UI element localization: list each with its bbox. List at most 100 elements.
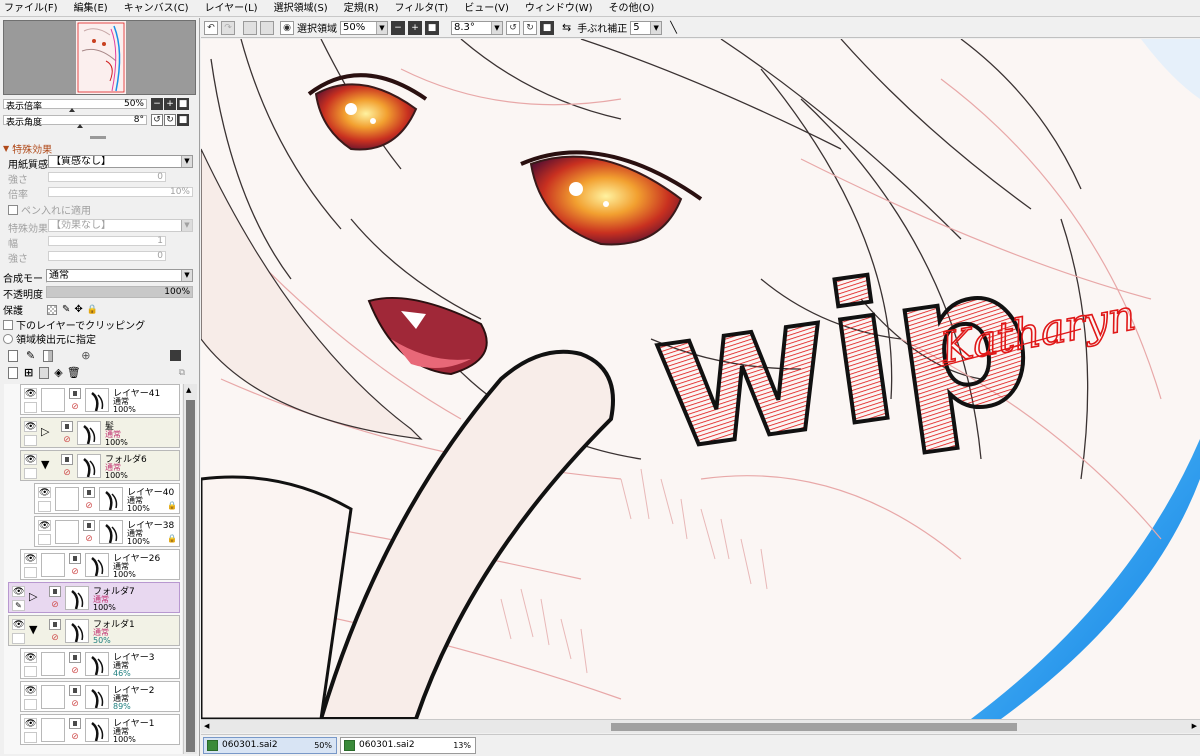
zoom-knob[interactable] — [69, 108, 75, 112]
zoom-in-button[interactable]: + — [164, 98, 176, 110]
protect-transparency-icon[interactable] — [47, 304, 57, 315]
layer-lock-toggle[interactable] — [24, 699, 37, 710]
protect-lock-icon[interactable]: 🔒 — [87, 305, 98, 315]
width-slider[interactable]: 1 — [48, 236, 166, 246]
hscroll-thumb[interactable] — [611, 723, 1017, 731]
flip-horizontal-icon[interactable]: ⇆ — [562, 21, 571, 34]
visibility-eye-icon[interactable]: 👁 — [38, 487, 51, 498]
folder-expanded-icon[interactable]: ▼ — [41, 459, 49, 471]
rotate-cw-icon[interactable]: ↻ — [164, 114, 176, 126]
redo-icon[interactable]: ↷ — [221, 20, 235, 35]
blend-mode-dropdown[interactable]: 通常 ▼ — [46, 269, 193, 282]
toolbar-angle-dropdown[interactable]: 8.3° ▼ — [451, 20, 503, 35]
layer-list-scrollbar[interactable]: ▲ — [183, 384, 197, 754]
layer-lock-toggle[interactable]: ✎ — [12, 600, 25, 611]
layer-panel-menu-icon[interactable] — [170, 350, 182, 361]
layer-clip-icon[interactable]: ⊘ — [83, 534, 95, 545]
visibility-eye-icon[interactable]: 👁 — [24, 421, 37, 432]
scroll-right-icon[interactable]: ▶ — [1192, 722, 1197, 730]
layer-lock-toggle[interactable] — [38, 501, 51, 512]
transfer-down-icon[interactable] — [8, 366, 18, 379]
opacity-slider[interactable]: 100% — [46, 286, 193, 298]
deselect-icon[interactable] — [243, 20, 257, 35]
clip-checkbox[interactable] — [3, 319, 13, 330]
visibility-eye-icon[interactable]: 👁 — [12, 619, 25, 630]
visibility-eye-icon[interactable]: 👁 — [24, 388, 37, 399]
layer-lock-toggle[interactable] — [24, 468, 37, 479]
layer-folder[interactable]: 👁 ✎ ▷ ⊘ フォルダ7 通常 100% — [8, 582, 180, 613]
layer-folder[interactable]: 👁 ▼ ⊘ フォルダ6 通常 100% — [20, 450, 180, 481]
layer-folder[interactable]: 👁 ▼ ⊘ フォルダ1 通常 50% — [8, 615, 180, 646]
layer-row[interactable]: 👁 ⊘ レイヤー26 通常 100% — [20, 549, 180, 580]
fill-icon[interactable]: ◈ — [54, 366, 62, 379]
visibility-eye-icon[interactable]: 👁 — [12, 586, 25, 597]
invert-selection-icon[interactable] — [260, 20, 274, 35]
folder-collapsed-icon[interactable]: ▷ — [29, 591, 37, 603]
menu-file[interactable]: ファイル(F) — [4, 0, 58, 17]
layer-clip-icon[interactable]: ⊘ — [69, 732, 81, 743]
zoom-reset-button[interactable]: ■ — [177, 98, 189, 110]
layer-lock-toggle[interactable] — [38, 534, 51, 545]
layer-lock-toggle[interactable] — [24, 732, 37, 743]
visibility-eye-icon[interactable]: 👁 — [38, 520, 51, 531]
protect-move-icon[interactable]: ✥ — [74, 304, 82, 315]
source-radio[interactable] — [3, 333, 13, 344]
lock-icon[interactable]: 🔒 — [167, 501, 177, 510]
new-pen-layer-icon[interactable]: ✎ — [26, 349, 35, 362]
menu-ruler[interactable]: 定規(R) — [344, 0, 379, 17]
effect-dropdown[interactable]: 【効果なし】 ▼ — [48, 219, 193, 232]
layer-clip-icon[interactable]: ⊘ — [61, 468, 73, 479]
zoom-out-button[interactable]: − — [151, 98, 163, 110]
menu-selection[interactable]: 選択領域(S) — [274, 0, 328, 17]
merge-down-icon[interactable]: ⊞ — [24, 366, 33, 379]
toolbar-rotate-cw-icon[interactable]: ↻ — [523, 20, 537, 35]
layer-clip-icon[interactable]: ⊘ — [49, 633, 61, 644]
layer-mask-icon[interactable] — [61, 454, 73, 465]
layer-clip-icon[interactable]: ⊘ — [69, 666, 81, 677]
layer-clip-icon[interactable]: ⊘ — [69, 402, 81, 413]
file-tab-2[interactable]: 060301.sai2 13% — [340, 737, 476, 754]
zoom-slider[interactable]: 表示倍率 50% — [3, 99, 147, 112]
layer-clip-icon[interactable]: ⊘ — [49, 600, 61, 611]
visibility-eye-icon[interactable]: 👁 — [24, 652, 37, 663]
layer-row[interactable]: 👁 ⊘ レイヤー3 通常 46% — [20, 648, 180, 679]
scroll-left-icon[interactable]: ◀ — [204, 722, 209, 730]
angle-slider[interactable]: 表示角度 8° — [3, 115, 147, 128]
layer-row[interactable]: 👁 ⊘ レイヤー40 通常 100% 🔒 — [34, 483, 180, 514]
toolbar-zoom-reset-button[interactable]: ■ — [425, 20, 439, 35]
clear-layer-icon[interactable] — [39, 366, 50, 379]
layer-lock-toggle[interactable] — [24, 666, 37, 677]
layer-option-icon[interactable]: ⧉ — [179, 368, 185, 378]
layer-clip-icon[interactable]: ⊘ — [83, 501, 95, 512]
layer-lock-toggle[interactable] — [12, 633, 25, 644]
scroll-up-icon[interactable]: ▲ — [186, 386, 191, 394]
brush-apply-checkbox[interactable] — [8, 204, 18, 215]
brush-apply-row[interactable]: ペン入れに適用 — [8, 202, 91, 217]
navigator-preview[interactable] — [3, 20, 196, 95]
trash-icon[interactable]: 🗑 — [67, 366, 81, 379]
layer-mask-icon[interactable] — [69, 652, 81, 663]
menu-window[interactable]: ウィンドウ(W) — [525, 0, 593, 17]
layer-clip-icon[interactable]: ⊘ — [61, 435, 73, 446]
file-tab-1[interactable]: 060301.sai2 50% — [203, 737, 337, 754]
canvas-hscrollbar[interactable]: ◀ ▶ — [201, 719, 1200, 733]
menu-edit[interactable]: 編集(E) — [74, 0, 108, 17]
toolbar-zoom-in-button[interactable]: + — [408, 20, 422, 35]
menu-filter[interactable]: フィルタ(T) — [394, 0, 448, 17]
tone-layer-icon[interactable]: ⊕ — [81, 349, 90, 362]
straight-line-icon[interactable]: ╲ — [670, 21, 677, 34]
folder-expanded-icon[interactable]: ▼ — [29, 624, 37, 636]
visibility-eye-icon[interactable]: 👁 — [24, 718, 37, 729]
layer-scroll-thumb[interactable] — [186, 400, 195, 752]
layer-row[interactable]: 👁 ⊘ レイヤー41 通常 100% — [20, 384, 180, 415]
clip-row[interactable]: 下のレイヤーでクリッピング — [3, 317, 145, 332]
menu-view[interactable]: ビュー(V) — [464, 0, 509, 17]
toolbar-rotate-ccw-icon[interactable]: ↺ — [506, 20, 520, 35]
menu-layer[interactable]: レイヤー(L) — [204, 0, 257, 17]
menu-canvas[interactable]: キャンバス(C) — [124, 0, 189, 17]
rotate-ccw-icon[interactable]: ↺ — [151, 114, 163, 126]
layer-lock-toggle[interactable] — [24, 567, 37, 578]
rotate-reset-button[interactable]: ■ — [177, 114, 189, 126]
new-folder-icon[interactable] — [43, 349, 54, 362]
layer-mask-icon[interactable] — [69, 685, 81, 696]
